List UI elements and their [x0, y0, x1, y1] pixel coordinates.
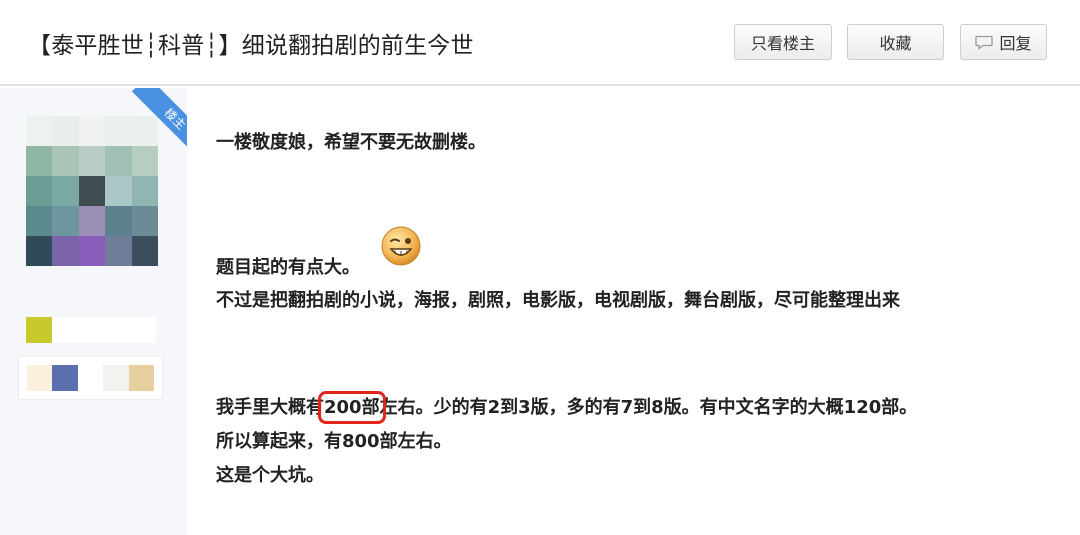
post-text: 我手里大概有 [216, 397, 324, 418]
thread-header: 【泰平胜世┆科普┆】细说翻拍剧的前生今世 只看楼主 收藏 回复 [0, 0, 1080, 86]
post-text: 左右。少的有2到3版，多的有7到8版。有中文名字的大概120部。 [379, 397, 918, 418]
medal-badges[interactable] [18, 356, 163, 400]
post-line: 这是个大坑。 [216, 465, 324, 486]
post-line: 一楼敬度娘，希望不要无故删楼。 [216, 132, 486, 153]
favorite-button[interactable]: 收藏 [847, 24, 944, 60]
post-line: 所以算起来，有800部左右。 [216, 431, 452, 452]
level-badge[interactable] [26, 317, 156, 343]
highlighted-count: 200部 [318, 391, 386, 424]
post-line: 题目起的有点大。 [216, 257, 360, 278]
reply-button[interactable]: 回复 [960, 24, 1047, 60]
owner-ribbon: 楼主 [115, 88, 187, 160]
reply-label: 回复 [999, 34, 1032, 53]
comment-icon [975, 35, 994, 50]
only-owner-button[interactable]: 只看楼主 [734, 24, 832, 60]
owner-badge-label: 楼主 [131, 88, 187, 160]
thread-title: 【泰平胜世┆科普┆】细说翻拍剧的前生今世 [28, 33, 474, 59]
favorite-label: 收藏 [879, 34, 912, 53]
author-sidebar: 楼主 [0, 88, 187, 535]
only-owner-label: 只看楼主 [750, 34, 815, 53]
wink-smiley-icon [380, 225, 422, 267]
post-line: 不过是把翻拍剧的小说，海报，剧照，电影版，电视剧版，舞台剧版，尽可能整理出来 [216, 290, 900, 311]
post-line: 我手里大概有200部左右。少的有2到3版，多的有7到8版。有中文名字的大概120… [216, 391, 918, 424]
